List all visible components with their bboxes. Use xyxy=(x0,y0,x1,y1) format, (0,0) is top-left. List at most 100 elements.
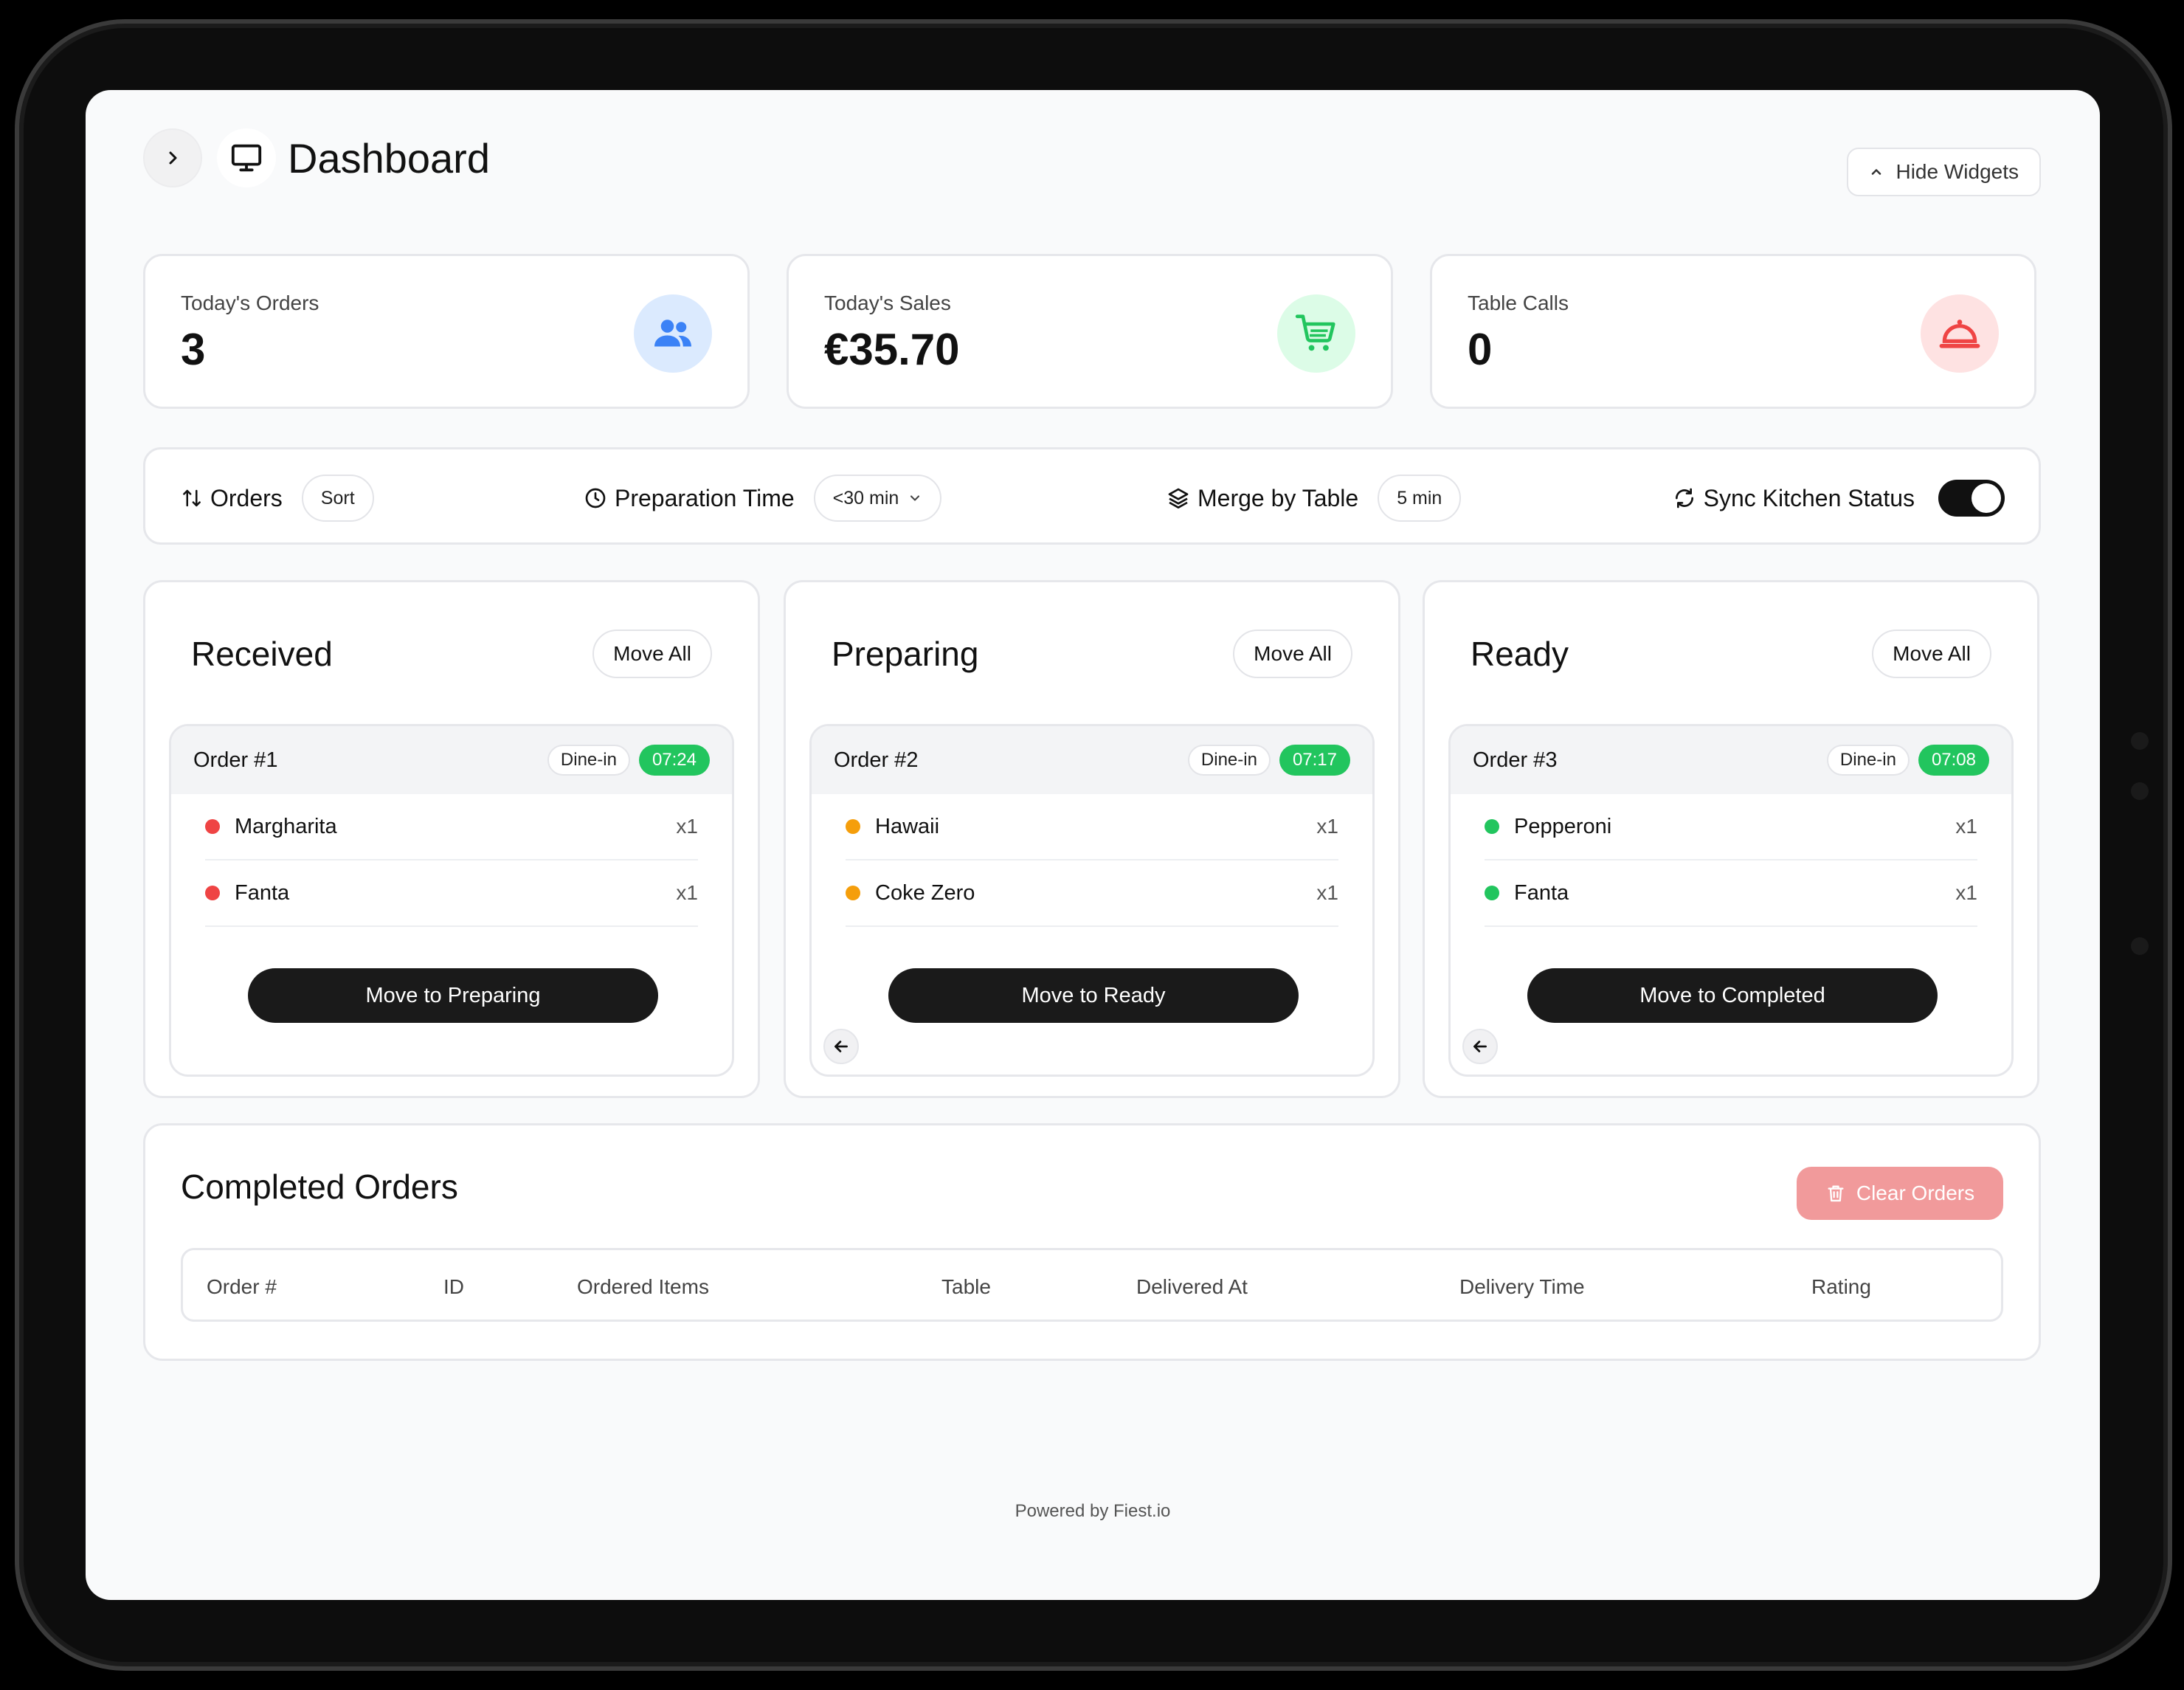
order-item: Fanta x1 xyxy=(1485,860,1977,927)
order-type-badge: Dine-in xyxy=(1187,745,1271,776)
hide-widgets-label: Hide Widgets xyxy=(1896,160,2019,183)
order-timer-badge: 07:17 xyxy=(1279,745,1350,776)
widget-label: Today's Orders xyxy=(181,292,319,314)
status-dot xyxy=(1485,819,1499,834)
item-qty: x1 xyxy=(1955,881,1977,904)
order-type-badge: Dine-in xyxy=(1826,745,1910,776)
item-qty: x1 xyxy=(1955,815,1977,838)
widget-label: Table Calls xyxy=(1468,292,1569,314)
widget-label: Today's Sales xyxy=(824,292,951,314)
order-header: Order #1 Dine-in 07:24 xyxy=(171,726,732,794)
clear-orders-label: Clear Orders xyxy=(1856,1182,1975,1204)
orders-sort-group: Orders Sort xyxy=(181,449,374,547)
move-back-button[interactable] xyxy=(1462,1029,1498,1064)
move-to-completed-button[interactable]: Move to Completed xyxy=(1527,968,1938,1023)
widget-todays-orders: Today's Orders 3 xyxy=(143,254,750,409)
chevron-up-icon xyxy=(1872,169,1881,175)
item-qty: x1 xyxy=(676,815,698,838)
column-header-id[interactable]: ID xyxy=(443,1275,464,1299)
camera-dot xyxy=(2131,937,2149,955)
column-header-table[interactable]: Table xyxy=(941,1275,991,1299)
column-header-rating[interactable]: Rating xyxy=(1811,1275,1871,1299)
status-dot xyxy=(205,819,220,834)
order-number: Order #1 xyxy=(193,748,278,772)
widget-value: €35.70 xyxy=(824,325,960,374)
status-dot xyxy=(1485,886,1499,900)
item-name: Hawaii xyxy=(875,814,940,838)
column-title: Preparing xyxy=(832,635,979,673)
completed-orders-title: Completed Orders xyxy=(181,1168,458,1206)
item-name: Fanta xyxy=(1514,880,1569,905)
merge-time-select[interactable]: 5 min xyxy=(1378,475,1462,522)
merge-label: Merge by Table xyxy=(1198,484,1359,511)
order-header: Order #2 Dine-in 07:17 xyxy=(812,726,1372,794)
order-toolbar: Orders Sort Preparation Time <30 min Mer… xyxy=(143,447,2041,545)
camera-dot xyxy=(2131,732,2149,750)
camera-dot xyxy=(2131,782,2149,800)
widget-value: 0 xyxy=(1468,325,1493,374)
clock-icon xyxy=(585,488,606,508)
move-to-preparing-button[interactable]: Move to Preparing xyxy=(248,968,658,1023)
move-all-button[interactable]: Move All xyxy=(1872,630,1991,678)
order-items: Hawaii x1 Coke Zero x1 xyxy=(812,794,1372,927)
page-header: Dashboard xyxy=(143,127,490,189)
status-dot xyxy=(205,886,220,900)
order-items: Pepperoni x1 Fanta x1 xyxy=(1451,794,2011,927)
order-item: Pepperoni x1 xyxy=(1485,794,1977,860)
prep-time-select[interactable]: <30 min xyxy=(813,475,942,522)
sidebar-toggle-button[interactable] xyxy=(143,128,202,187)
order-timer-badge: 07:24 xyxy=(638,745,710,776)
column-received: Received Move All Order #1 Dine-in 07:24… xyxy=(143,580,760,1098)
sort-button[interactable]: Sort xyxy=(301,475,374,522)
app-screen: Dashboard Hide Widgets Today's Orders 3 … xyxy=(86,90,2100,1600)
move-to-ready-button[interactable]: Move to Ready xyxy=(888,968,1299,1023)
hide-widgets-button[interactable]: Hide Widgets xyxy=(1847,148,2041,196)
order-timer-badge: 07:08 xyxy=(1918,745,1989,776)
column-preparing: Preparing Move All Order #2 Dine-in 07:1… xyxy=(784,580,1400,1098)
column-header-delivery-time[interactable]: Delivery Time xyxy=(1459,1275,1585,1299)
column-ready: Ready Move All Order #3 Dine-in 07:08 Pe… xyxy=(1423,580,2039,1098)
order-item: Coke Zero x1 xyxy=(846,860,1338,927)
order-number: Order #2 xyxy=(834,748,919,772)
item-name: Pepperoni xyxy=(1514,814,1612,838)
trash-icon xyxy=(1828,1185,1844,1202)
refresh-icon xyxy=(1675,488,1693,508)
move-all-button[interactable]: Move All xyxy=(592,630,712,678)
widget-value: 3 xyxy=(181,325,206,374)
sync-kitchen-label: Sync Kitchen Status xyxy=(1703,484,1915,511)
arrow-left-icon xyxy=(834,1041,848,1052)
chevron-right-icon xyxy=(169,151,177,165)
page-title: Dashboard xyxy=(288,134,490,182)
prep-time-group: Preparation Time <30 min xyxy=(584,449,942,547)
order-type-badge: Dine-in xyxy=(547,745,630,776)
footer-powered-by: Powered by Fiest.io xyxy=(1015,1501,1171,1521)
column-header-ordered-items[interactable]: Ordered Items xyxy=(577,1275,709,1299)
status-dot xyxy=(846,886,860,900)
clear-orders-button[interactable]: Clear Orders xyxy=(1797,1167,2003,1220)
widget-todays-sales: Today's Sales €35.70 xyxy=(787,254,1393,409)
merge-by-table-group: Merge by Table 5 min xyxy=(1167,449,1462,547)
column-header-order-number[interactable]: Order # xyxy=(207,1275,277,1299)
column-title: Received xyxy=(191,635,333,673)
item-qty: x1 xyxy=(676,881,698,904)
sync-kitchen-toggle[interactable] xyxy=(1938,480,2005,517)
status-dot xyxy=(846,819,860,834)
item-name: Fanta xyxy=(235,880,290,905)
order-card: Order #1 Dine-in 07:24 Margharita x1 Fan… xyxy=(169,724,734,1077)
cart-icon xyxy=(1277,294,1355,373)
sync-kitchen-group: Sync Kitchen Status xyxy=(1673,449,2005,547)
sort-label: Sort xyxy=(320,487,355,508)
move-all-button[interactable]: Move All xyxy=(1233,630,1352,678)
item-name: Coke Zero xyxy=(875,880,975,905)
order-item: Hawaii x1 xyxy=(846,794,1338,860)
order-number: Order #3 xyxy=(1473,748,1558,772)
column-header-delivered-at[interactable]: Delivered At xyxy=(1136,1275,1248,1299)
layers-icon xyxy=(1168,488,1189,508)
order-card: Order #2 Dine-in 07:17 Hawaii x1 Coke Ze… xyxy=(809,724,1375,1077)
order-item: Fanta x1 xyxy=(205,860,698,927)
order-header: Order #3 Dine-in 07:08 xyxy=(1451,726,2011,794)
column-title: Ready xyxy=(1471,635,1569,673)
users-icon xyxy=(634,294,712,373)
move-back-button[interactable] xyxy=(823,1029,859,1064)
item-qty: x1 xyxy=(1316,815,1338,838)
